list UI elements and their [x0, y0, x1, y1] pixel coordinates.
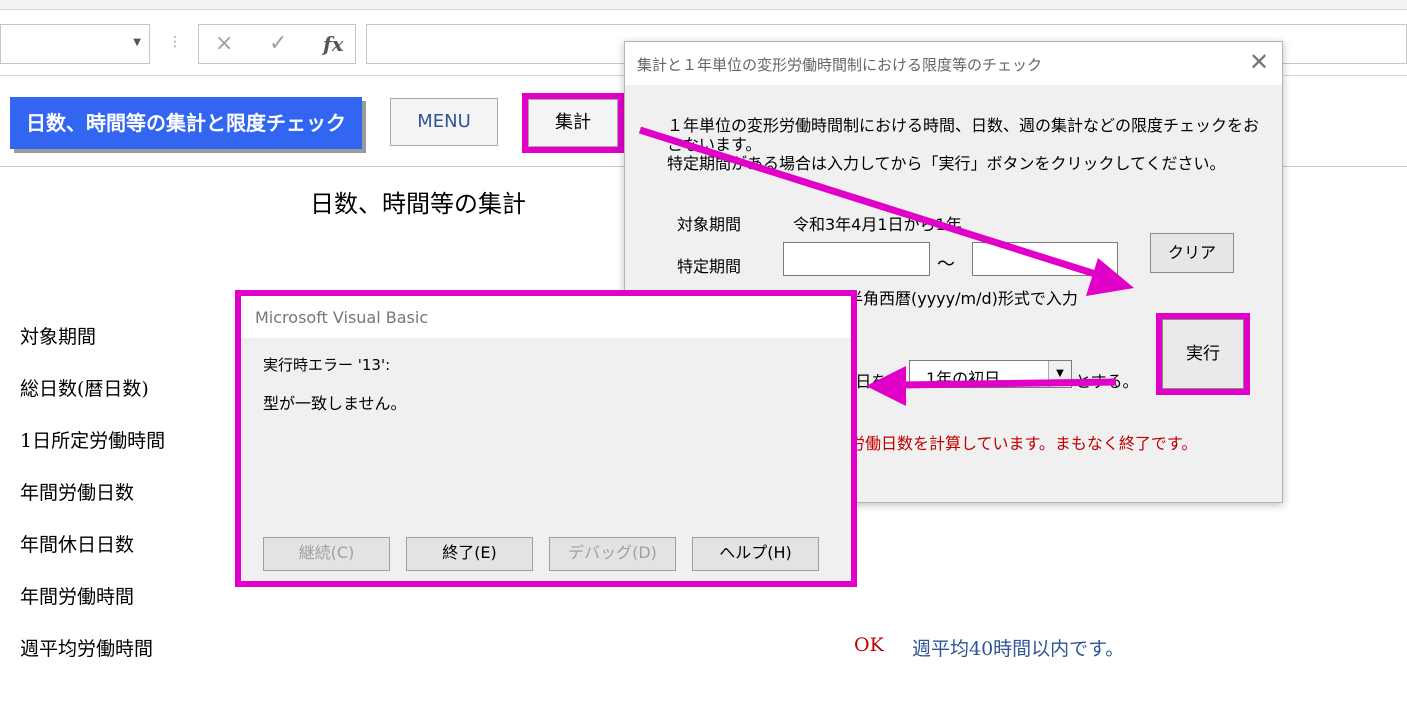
sheet-heading: 日数、時間等の集計: [310, 190, 526, 218]
userform-titlebar: 集計と１年単位の変形労働時間制における限度等のチェック ✕: [625, 42, 1282, 85]
row-label-target-period: 対象期間: [20, 326, 97, 348]
sheet-title-button[interactable]: 日数、時間等の集計と限度チェック: [10, 97, 362, 149]
continue-button: 継続(C): [263, 537, 390, 571]
insert-function-icon[interactable]: fx: [323, 32, 344, 56]
specific-period-start-input[interactable]: [783, 242, 930, 276]
calculation-status-message: 労働日数を計算しています。まもなく終了です。: [849, 434, 1198, 453]
specific-period-label: 特定期間: [677, 257, 742, 276]
ribbon-strip: [0, 0, 1407, 10]
row-label-annual-hours: 年間労働時間: [20, 586, 135, 608]
basis-select[interactable]: 1年の初日 ▼: [909, 360, 1072, 388]
row-label-weekly-average: 週平均労働時間: [20, 638, 154, 660]
vb-dialog-titlebar: Microsoft Visual Basic: [241, 296, 851, 338]
cancel-icon[interactable]: ×: [215, 31, 233, 56]
clear-button[interactable]: クリア: [1150, 233, 1234, 273]
row-label-annual-workdays: 年間労働日数: [20, 482, 135, 504]
period-value: 令和3年4月1日から1年: [793, 215, 962, 234]
basis-select-value: 1年の初日: [926, 369, 1001, 388]
chevron-down-icon[interactable]: ▼: [133, 37, 141, 48]
period-label: 対象期間: [677, 215, 742, 234]
name-box[interactable]: ▼: [0, 24, 150, 64]
end-button[interactable]: 終了(E): [406, 537, 533, 571]
more-vertical-icon: ⋮: [168, 34, 182, 50]
row-label-daily-hours: 1日所定労働時間: [20, 430, 166, 452]
basis-suffix-label: とする。: [1075, 372, 1139, 391]
weekly-result-status: OK: [854, 634, 884, 656]
row-label-annual-holidays: 年間休日日数: [20, 534, 135, 556]
weekly-result-message: 週平均40時間以内です。: [912, 638, 1125, 660]
runtime-error-message: 型が一致しません。: [263, 394, 407, 413]
runtime-error-code: 実行時エラー '13':: [263, 356, 391, 374]
execute-button[interactable]: 実行: [1162, 319, 1244, 389]
formula-bar-buttons: × ✓ fx: [198, 24, 356, 64]
debug-button: デバッグ(D): [549, 537, 676, 571]
userform-title: 集計と１年単位の変形労働時間制における限度等のチェック: [637, 56, 1043, 74]
userform-description: １年単位の変形労働時間制における時間、日数、週の集計などの限度チェックをおこない…: [667, 116, 1260, 173]
help-button[interactable]: ヘルプ(H): [692, 537, 819, 571]
vb-dialog-title: Microsoft Visual Basic: [255, 308, 429, 327]
menu-button[interactable]: MENU: [390, 98, 498, 146]
tally-button[interactable]: 集計: [528, 99, 618, 147]
specific-period-end-input[interactable]: [972, 242, 1118, 276]
chevron-down-icon[interactable]: ▼: [1048, 361, 1071, 387]
enter-icon[interactable]: ✓: [269, 31, 287, 56]
row-label-total-days: 総日数(暦日数): [20, 378, 149, 400]
vb-error-dialog: Microsoft Visual Basic 実行時エラー '13': 型が一致…: [241, 296, 851, 581]
close-icon[interactable]: ✕: [1249, 48, 1269, 76]
range-tilde: ～: [937, 254, 955, 275]
